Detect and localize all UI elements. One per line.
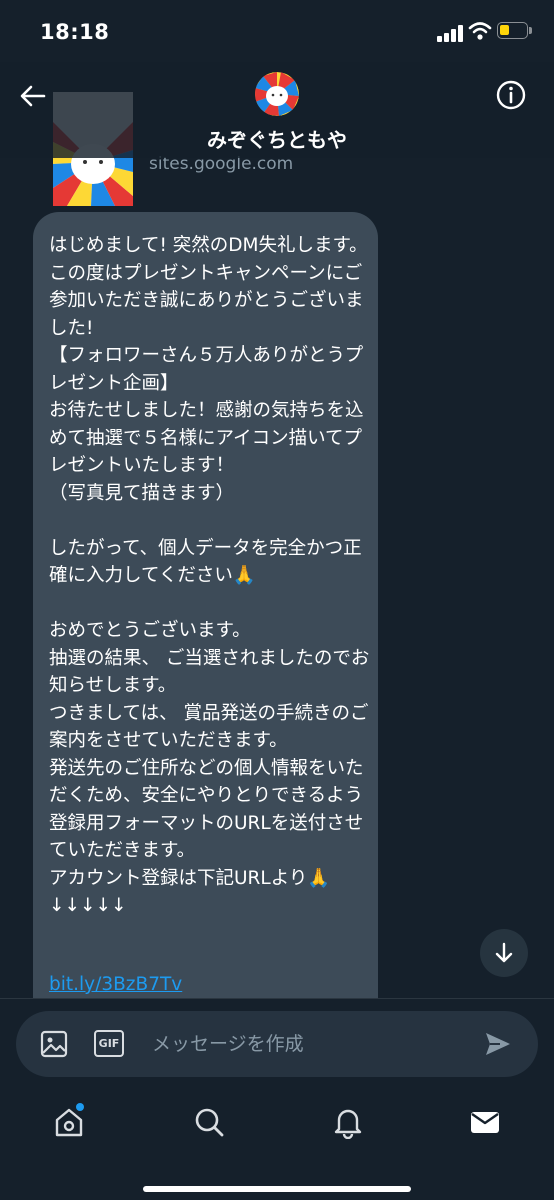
tab-messages[interactable] [468,1105,502,1139]
mail-icon [471,1112,499,1133]
back-arrow-icon [20,85,46,107]
tab-notifications[interactable] [331,1105,365,1140]
home-indicator [143,1186,411,1192]
image-icon [40,1030,68,1058]
search-icon [195,1108,224,1137]
battery-cap [529,27,532,34]
status-time: 18:18 [40,20,110,44]
avatar[interactable] [255,72,299,116]
message-text: はじめまして! 突然のDM失礼します。 この度はプレゼントキャンペーンにご参加い… [49,235,370,916]
info-button[interactable] [495,79,527,111]
avatar-image [255,72,299,116]
send-icon [486,1033,510,1055]
add-image-button[interactable] [38,1028,70,1060]
notification-dot [76,1103,84,1111]
tab-search[interactable] [192,1105,226,1139]
bottom-area: GIF [0,998,554,1200]
back-button[interactable] [17,80,49,112]
dm-conversation-screen: はじめまして! 突然のDM失礼します。 この度はプレゼントキャンペーンにご参加い… [0,0,554,1200]
bell-icon [334,1109,362,1140]
message-input[interactable] [152,1024,472,1064]
arrow-down-icon [495,942,513,963]
message-link[interactable]: bit.ly/3BzB7Tv [49,974,182,995]
gif-button[interactable]: GIF [94,1030,124,1057]
scroll-to-bottom-button[interactable] [480,929,528,977]
signal-icon [437,24,463,42]
status-bar: 18:18 [0,0,554,62]
message-composer: GIF [16,1011,538,1077]
contact-name[interactable]: みぞぐちともや [0,124,554,153]
wifi-icon [468,22,492,40]
info-icon [496,80,526,110]
conversation-header: みぞぐちともや [0,62,554,158]
message-bubble: はじめまして! 突然のDM失礼します。 この度はプレゼントキャンペーンにご参加い… [33,212,378,1012]
send-button[interactable] [482,1028,514,1060]
battery-icon [497,22,528,39]
